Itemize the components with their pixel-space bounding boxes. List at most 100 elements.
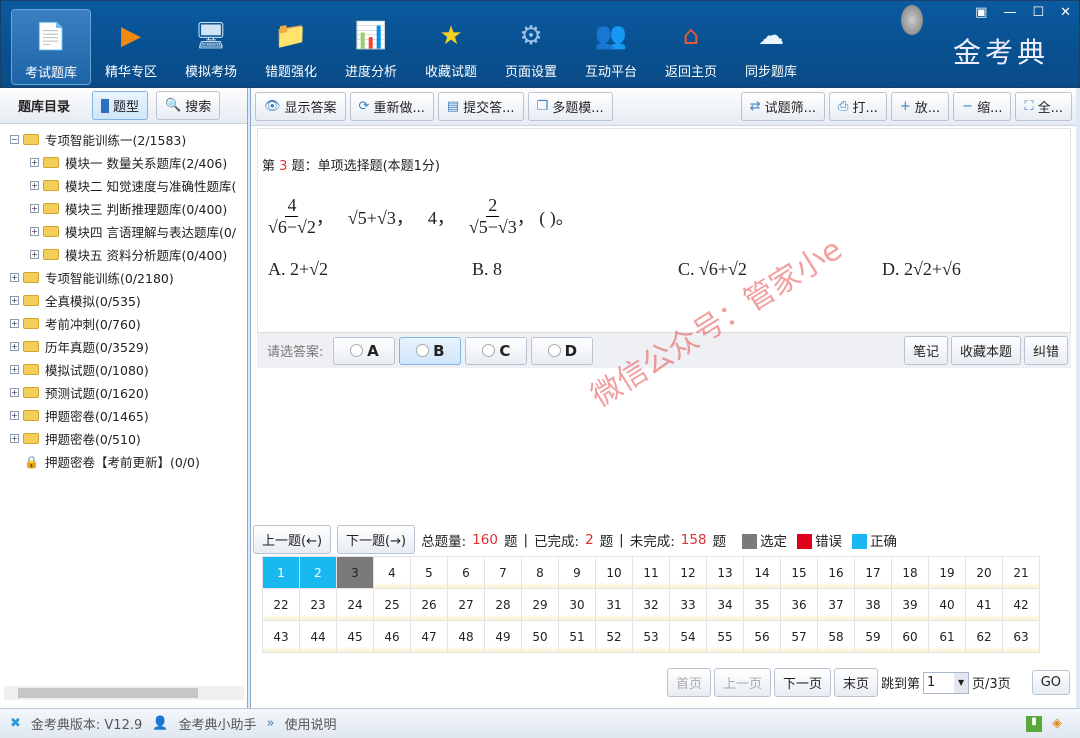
nav-item-7[interactable]: 👥 互动平台 <box>571 9 651 85</box>
question-cell[interactable]: 40 <box>929 589 966 621</box>
manual-link[interactable]: 使用说明 <box>284 714 336 733</box>
question-cell[interactable]: 12 <box>670 557 707 589</box>
medal-icon[interactable] <box>901 5 923 35</box>
question-cell[interactable]: 39 <box>892 589 929 621</box>
question-cell[interactable]: 27 <box>448 589 485 621</box>
question-cell[interactable]: 32 <box>633 589 670 621</box>
question-cell[interactable]: 43 <box>263 621 300 653</box>
question-cell[interactable]: 55 <box>707 621 744 653</box>
question-cell[interactable]: 45 <box>337 621 374 653</box>
toolbar-button-3[interactable]: ❐ 多题模... <box>527 92 613 121</box>
question-cell[interactable]: 34 <box>707 589 744 621</box>
tree-node[interactable]: − 专项智能训练一(2/1583) <box>10 128 247 151</box>
nav-item-6[interactable]: ⚙ 页面设置 <box>491 9 571 85</box>
question-cell[interactable]: 52 <box>596 621 633 653</box>
question-cell[interactable]: 18 <box>892 557 929 589</box>
question-cell[interactable]: 28 <box>485 589 522 621</box>
question-cell[interactable]: 15 <box>781 557 818 589</box>
tab-search[interactable]: 🔍 搜索 <box>156 91 221 120</box>
question-cell[interactable]: 11 <box>633 557 670 589</box>
question-cell[interactable]: 29 <box>522 589 559 621</box>
question-cell[interactable]: 22 <box>263 589 300 621</box>
question-cell[interactable]: 53 <box>633 621 670 653</box>
question-cell[interactable]: 35 <box>744 589 781 621</box>
question-cell[interactable]: 31 <box>596 589 633 621</box>
expand-icon[interactable]: + <box>30 181 39 190</box>
expand-icon[interactable]: + <box>10 273 19 282</box>
expand-icon[interactable]: + <box>30 250 39 259</box>
question-cell[interactable]: 36 <box>781 589 818 621</box>
question-cell[interactable]: 48 <box>448 621 485 653</box>
toolbar-right-button-2[interactable]: + 放... <box>890 92 950 121</box>
question-cell[interactable]: 17 <box>855 557 892 589</box>
stats-icon[interactable]: ▮ <box>1026 715 1042 732</box>
restore-mini-icon[interactable]: ▣ <box>975 5 987 20</box>
tree-node[interactable]: + 考前冲刺(0/760) <box>10 312 247 335</box>
expand-icon[interactable]: + <box>10 296 19 305</box>
question-cell[interactable]: 47 <box>411 621 448 653</box>
nav-item-1[interactable]: ▶ 精华专区 <box>91 9 171 85</box>
expand-icon[interactable]: + <box>10 319 19 328</box>
question-cell[interactable]: 14 <box>744 557 781 589</box>
sync-icon[interactable]: ◈ <box>1052 716 1062 732</box>
question-cell[interactable]: 2 <box>300 557 337 589</box>
go-button[interactable]: GO <box>1031 670 1070 695</box>
toolbar-button-0[interactable]: 👁 显示答案 <box>255 92 346 121</box>
question-cell[interactable]: 46 <box>374 621 411 653</box>
last-page-button[interactable]: 末页 <box>834 668 879 697</box>
question-cell[interactable]: 9 <box>559 557 596 589</box>
question-cell[interactable]: 44 <box>300 621 337 653</box>
tree-node[interactable]: + 押题密卷(0/510) <box>10 427 247 450</box>
toolbar-button-2[interactable]: ▤ 提交答... <box>437 92 524 121</box>
question-cell[interactable]: 6 <box>448 557 485 589</box>
expand-icon[interactable]: + <box>30 158 39 167</box>
answer-choice-C[interactable]: C <box>465 336 528 365</box>
question-cell[interactable]: 38 <box>855 589 892 621</box>
tree-node-child[interactable]: + 模块三 判断推理题库(0/400) <box>10 197 247 220</box>
question-cell[interactable]: 33 <box>670 589 707 621</box>
question-cell[interactable]: 60 <box>892 621 929 653</box>
question-cell[interactable]: 13 <box>707 557 744 589</box>
question-cell[interactable]: 25 <box>374 589 411 621</box>
question-cell[interactable]: 23 <box>300 589 337 621</box>
answer-choice-D[interactable]: D <box>531 336 594 365</box>
toolbar-right-button-4[interactable]: ⛶ 全... <box>1015 92 1072 121</box>
expand-icon[interactable]: + <box>30 204 39 213</box>
question-cell[interactable]: 63 <box>1003 621 1040 653</box>
tree-node[interactable]: + 专项智能训练(0/2180) <box>10 266 247 289</box>
nav-item-4[interactable]: 📊 进度分析 <box>331 9 411 85</box>
question-cell[interactable]: 5 <box>411 557 448 589</box>
tree-node-child[interactable]: + 模块五 资料分析题库(0/400) <box>10 243 247 266</box>
tree-node[interactable]: + 历年真题(0/3529) <box>10 335 247 358</box>
maximize-icon[interactable]: ☐ <box>1032 5 1044 20</box>
expand-icon[interactable]: + <box>10 388 19 397</box>
horizontal-scrollbar[interactable] <box>4 686 244 700</box>
question-cell[interactable]: 16 <box>818 557 855 589</box>
question-cell[interactable]: 37 <box>818 589 855 621</box>
question-cell[interactable]: 3 <box>337 557 374 589</box>
collapse-icon[interactable]: − <box>10 135 19 144</box>
answer-choice-B[interactable]: B <box>399 336 462 365</box>
note-button[interactable]: 笔记 <box>903 336 948 365</box>
question-cell[interactable]: 21 <box>1003 557 1040 589</box>
prev-question-button[interactable]: 上一题(←) <box>253 525 332 554</box>
tree-node-child[interactable]: + 模块四 言语理解与表达题库(0/ <box>10 220 247 243</box>
expand-icon[interactable]: + <box>10 411 19 420</box>
nav-item-3[interactable]: 📁 错题强化 <box>251 9 331 85</box>
expand-icon[interactable]: + <box>30 227 39 236</box>
scrollbar-thumb[interactable] <box>18 688 198 698</box>
toolbar-right-button-0[interactable]: ⇄ 试题筛... <box>740 92 826 121</box>
question-cell[interactable]: 26 <box>411 589 448 621</box>
tree-node[interactable]: + 预测试题(0/1620) <box>10 381 247 404</box>
question-cell[interactable]: 50 <box>522 621 559 653</box>
toolbar-right-button-3[interactable]: − 缩... <box>953 92 1012 121</box>
question-cell[interactable]: 49 <box>485 621 522 653</box>
nav-item-9[interactable]: ☁ 同步题库 <box>731 9 811 85</box>
next-page-button[interactable]: 下一页 <box>773 668 831 697</box>
toolbar-button-1[interactable]: ⟳ 重新做... <box>349 92 434 121</box>
toolbar-right-button-1[interactable]: ⎙ 打... <box>829 92 887 121</box>
expand-icon[interactable]: + <box>10 434 19 443</box>
next-question-button[interactable]: 下一题(→) <box>337 525 416 554</box>
tab-question-type[interactable]: 题型 <box>92 91 149 120</box>
tree-node[interactable]: + 押题密卷(0/1465) <box>10 404 247 427</box>
